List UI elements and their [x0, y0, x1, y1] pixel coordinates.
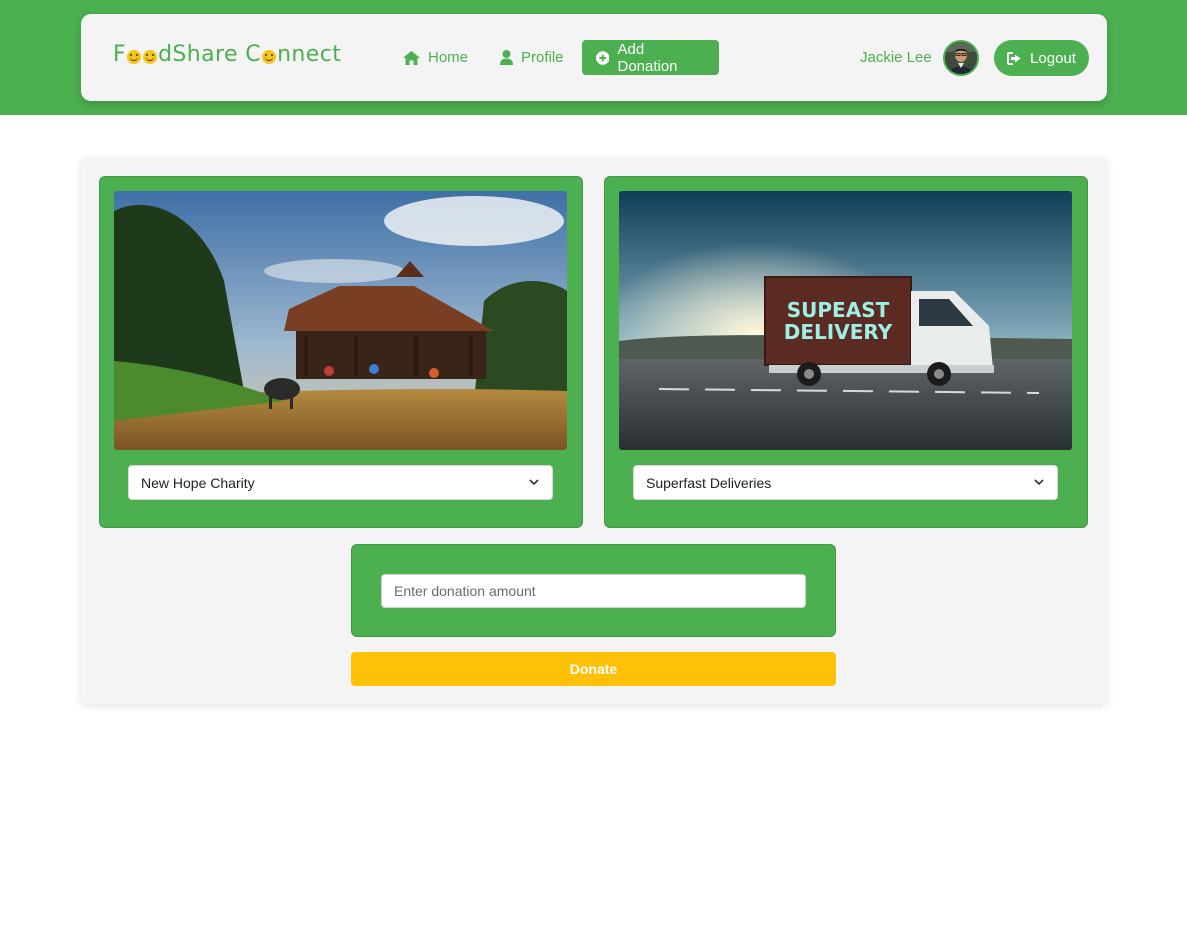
home-icon — [403, 50, 420, 65]
navbar: F dShare C nnect Home Profile Add Donati… — [81, 14, 1107, 101]
username[interactable]: Jackie Lee — [860, 49, 932, 66]
village-shelter-photo — [114, 191, 567, 450]
donation-panel: New Hope Charity SUPEAST DELIVERY Superf… — [81, 158, 1107, 704]
user-icon — [500, 50, 513, 65]
chevron-down-icon — [529, 479, 539, 486]
delivery-card: SUPEAST DELIVERY Superfast Deliveries — [604, 176, 1088, 528]
delivery-select[interactable]: Superfast Deliveries — [633, 465, 1058, 500]
nav-home-label: Home — [428, 49, 469, 66]
charity-select-value: New Hope Charity — [141, 474, 255, 491]
avatar[interactable] — [943, 40, 979, 76]
nav-profile[interactable]: Profile — [500, 40, 564, 75]
charity-card: New Hope Charity — [99, 176, 583, 528]
logo-text-part: F — [113, 42, 127, 67]
nav-add-donation-label: Add Donation — [617, 40, 678, 75]
smiley-icon — [143, 49, 158, 64]
donate-button[interactable]: Donate — [351, 652, 836, 686]
avatar-image — [945, 42, 977, 74]
nav-add-donation[interactable]: Add Donation — [582, 40, 719, 75]
logo[interactable]: F dShare C nnect — [113, 42, 341, 67]
truck-text-line-1: SUPEAST — [787, 298, 890, 322]
nav-profile-label: Profile — [521, 49, 564, 66]
plus-circle-icon — [596, 50, 610, 65]
smiley-icon — [127, 49, 142, 64]
logout-label: Logout — [1030, 49, 1076, 67]
logout-button[interactable]: Logout — [994, 40, 1089, 76]
logout-icon — [1007, 51, 1021, 65]
delivery-truck-photo: SUPEAST DELIVERY — [619, 191, 1072, 450]
delivery-select-value: Superfast Deliveries — [646, 474, 772, 491]
nav-home[interactable]: Home — [403, 40, 468, 75]
truck-text-line-2: DELIVERY — [784, 320, 893, 344]
chevron-down-icon — [1034, 479, 1044, 486]
amount-card — [351, 544, 836, 637]
charity-select[interactable]: New Hope Charity — [128, 465, 553, 500]
logo-text-part: nnect — [277, 42, 342, 67]
smiley-icon — [262, 49, 277, 64]
logo-text-part: dShare C — [158, 42, 262, 67]
donation-amount-input[interactable] — [381, 574, 806, 608]
